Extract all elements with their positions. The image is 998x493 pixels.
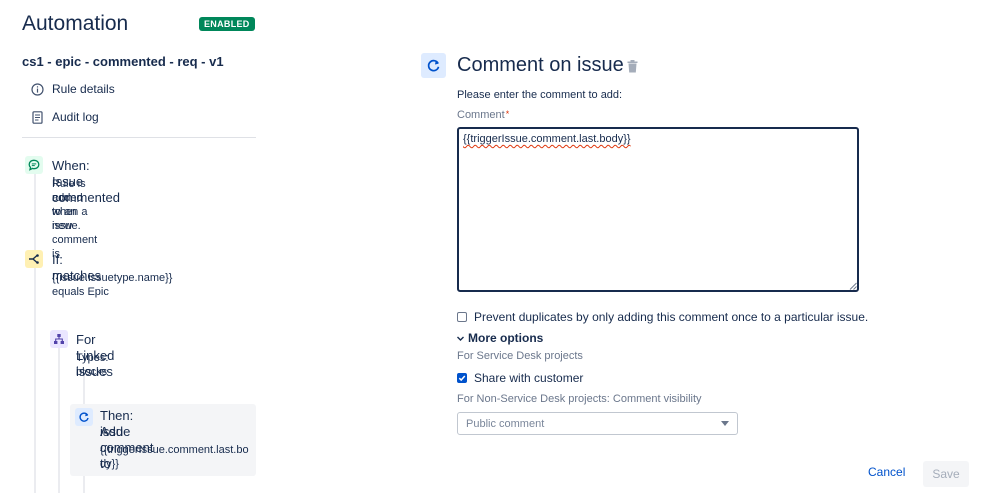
step-action-selected[interactable] [70, 404, 256, 476]
share-customer-checkbox[interactable] [457, 373, 467, 383]
chevron-down-icon [721, 421, 729, 426]
step-trigger-desc: added to an issue. [52, 192, 83, 232]
step-branch-desc: Types: blocks [76, 352, 109, 378]
flow-line [58, 347, 60, 493]
flow-line [34, 172, 36, 493]
rule-name: cs1 - epic - commented - req - v1 [22, 54, 224, 69]
comment-visibility-value: Public comment [466, 417, 545, 430]
required-marker: * [505, 109, 510, 119]
chevron-down-icon [457, 336, 464, 341]
service-desk-label: For Service Desk projects [457, 350, 583, 362]
share-customer-row[interactable]: Share with customer [457, 371, 583, 385]
more-options-toggle[interactable]: More options [456, 331, 543, 345]
page-title: Automation [22, 12, 129, 35]
more-options-label: More options [468, 331, 544, 345]
prevent-duplicates-row[interactable]: Prevent duplicates by only adding this c… [457, 310, 868, 324]
prevent-duplicates-label: Prevent duplicates by only adding this c… [474, 310, 869, 324]
comment-label-text: Comment [457, 109, 505, 121]
step-action-desc: {{triggerIssue.comment.last.bo [100, 444, 249, 456]
hierarchy-icon [50, 330, 68, 348]
nav-rule-details[interactable]: Rule details [30, 80, 115, 98]
resize-handle-icon[interactable] [849, 282, 857, 290]
step-action-desc: dy}} [100, 458, 119, 470]
divider [22, 137, 256, 138]
comment-icon [25, 156, 43, 174]
refresh-icon [421, 53, 446, 78]
status-badge: ENABLED [199, 17, 255, 31]
info-icon [30, 82, 44, 96]
non-service-desk-label: For Non-Service Desk projects: Comment v… [457, 393, 702, 405]
step-action-title: issue [100, 424, 131, 439]
comment-visibility-select[interactable]: Public comment [457, 412, 738, 435]
branch-icon [25, 250, 43, 268]
comment-textarea[interactable] [457, 127, 859, 292]
nav-audit-log[interactable]: Audit log [30, 108, 99, 126]
share-customer-label: Share with customer [474, 371, 584, 385]
nav-audit-log-label: Audit log [52, 110, 99, 124]
comment-prompt: Please enter the comment to add: [457, 89, 623, 101]
checkmark-icon [458, 375, 466, 382]
cancel-button[interactable]: Cancel [868, 465, 905, 479]
rule-sidebar: Automation ENABLED cs1 - epic - commente… [0, 0, 270, 493]
comment-label: Comment* [457, 109, 509, 121]
trash-icon[interactable] [627, 60, 638, 73]
step-condition-desc: {{issue.issuetype.name}} equals Epic [52, 272, 173, 298]
refresh-icon [75, 408, 93, 426]
document-icon [30, 110, 44, 124]
panel-title: Comment on issue [457, 54, 624, 76]
save-button[interactable]: Save [923, 461, 969, 487]
prevent-duplicates-checkbox[interactable] [457, 312, 467, 322]
nav-rule-details-label: Rule details [52, 82, 115, 96]
